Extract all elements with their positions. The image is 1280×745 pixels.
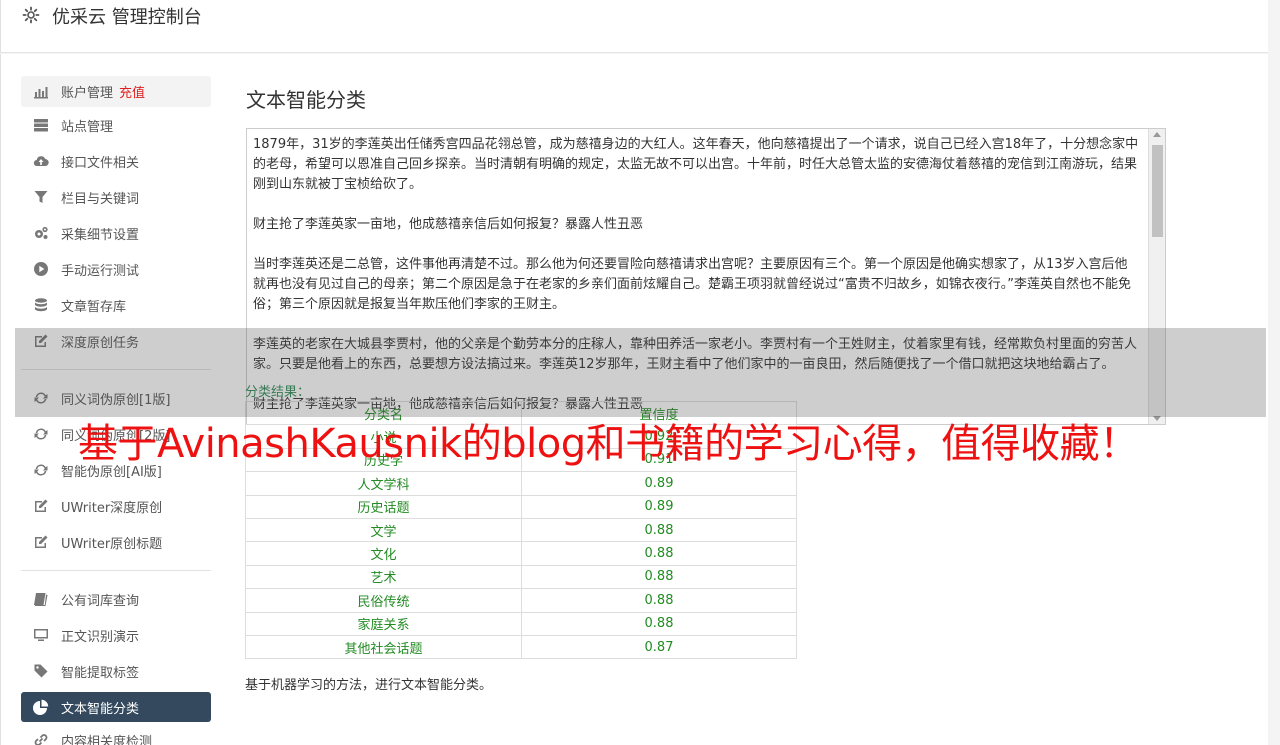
textarea-paragraph: 当时李莲英还是二总管，这件事他再清楚不过。那么他为何还要冒险向慈禧请求出宫呢？主… <box>253 257 1131 312</box>
category-cell: 历史话题 <box>245 494 522 519</box>
sidebar-item-label: 正文识别演示 <box>61 629 140 645</box>
scroll-up-arrow-icon[interactable] <box>1153 132 1161 137</box>
table-row: 文化 0.88 <box>245 541 797 566</box>
sidebar-item-g1-6[interactable]: 文章暂存库 <box>21 287 211 323</box>
sidebar-item-g3-4[interactable]: 内容相关度检测 <box>21 722 211 745</box>
sidebar-item-label: 站点管理 <box>61 119 114 135</box>
link-icon <box>33 732 49 745</box>
cloud-upload-icon <box>33 153 49 169</box>
database-icon <box>33 297 49 313</box>
sidebar-item-g1-3[interactable]: 栏目与关键词 <box>21 179 211 215</box>
sidebar-item-label: 接口文件相关 <box>61 155 140 171</box>
sidebar-item-g3-1[interactable]: 正文识别演示 <box>21 617 211 653</box>
sidebar-item-label: 智能提取标签 <box>61 665 140 681</box>
table-row: 家庭关系 0.88 <box>245 611 797 636</box>
confidence-cell: 0.88 <box>521 611 797 636</box>
category-cell: 家庭关系 <box>245 611 522 636</box>
category-cell: 其他社会话题 <box>245 634 522 660</box>
refresh-icon <box>33 462 49 478</box>
table-row: 文学 0.88 <box>245 517 797 543</box>
category-cell: 文化 <box>245 541 522 566</box>
tag-icon <box>33 663 49 679</box>
nav-divider <box>21 570 211 571</box>
refresh-icon <box>33 426 49 442</box>
category-cell: 文学 <box>245 517 522 543</box>
sidebar-item-g1-1[interactable]: 站点管理 <box>21 107 211 143</box>
play-circle-icon <box>33 261 49 277</box>
table-row: 历史话题 0.89 <box>245 494 797 519</box>
watermark-text: 基于AvinashKausnik的blog和书籍的学习心得，值得收藏！ <box>78 421 1139 467</box>
desktop-icon <box>33 627 49 643</box>
category-cell: 民俗传统 <box>245 588 522 613</box>
confidence-cell: 0.89 <box>521 471 797 496</box>
textarea-paragraph: 财主抢了李莲英家一亩地，他成慈禧亲信后如何报复？暴露人性丑恶 <box>253 217 644 232</box>
edit-icon <box>33 534 49 550</box>
confidence-cell: 0.88 <box>521 517 797 543</box>
sidebar-item-label: 手动运行测试 <box>61 263 140 279</box>
header: 优采云 管理控制台 <box>0 0 1268 53</box>
filter-icon <box>33 189 49 205</box>
bar-chart-icon <box>33 84 49 100</box>
page-title: 优采云 管理控制台 <box>52 7 202 28</box>
sidebar-item-label: 文本智能分类 <box>61 701 140 717</box>
edit-icon <box>33 498 49 514</box>
pie-chart-icon <box>33 699 49 715</box>
category-cell: 艺术 <box>245 564 522 590</box>
table-row: 民俗传统 0.88 <box>245 588 797 613</box>
table-row: 人文学科 0.89 <box>245 471 797 496</box>
gears-icon <box>33 225 49 241</box>
sidebar-item-label: 公有词库查询 <box>61 593 140 609</box>
table-row: 艺术 0.88 <box>245 564 797 590</box>
sidebar-item-g1-4[interactable]: 采集细节设置 <box>21 215 211 251</box>
confidence-cell: 0.88 <box>521 564 797 590</box>
textarea-paragraph: 1879年，31岁的李莲英出任储秀宫四品花翎总管，成为慈禧身边的大红人。这年春天… <box>253 137 1139 192</box>
recharge-link[interactable]: 充值 <box>119 82 145 101</box>
category-cell: 人文学科 <box>245 471 522 496</box>
confidence-cell: 0.88 <box>521 541 797 566</box>
sidebar-item-g1-0[interactable]: 账户管理 充值 <box>21 76 211 107</box>
sidebar-item-g1-2[interactable]: 接口文件相关 <box>21 143 211 179</box>
sidebar-item-g3-2[interactable]: 智能提取标签 <box>21 653 211 689</box>
sidebar-item-label: 内容相关度检测 <box>61 734 153 745</box>
server-icon <box>33 117 49 133</box>
sidebar-item-g3-0[interactable]: 公有词库查询 <box>21 581 211 617</box>
scroll-thumb[interactable] <box>1152 145 1163 237</box>
sidebar-item-g3-3[interactable]: 文本智能分类 <box>21 692 211 722</box>
section-title: 文本智能分类 <box>246 88 366 112</box>
book-icon <box>33 591 49 607</box>
overlay-band <box>15 328 1266 417</box>
footer-note: 基于机器学习的方法，进行文本智能分类。 <box>245 678 493 693</box>
sidebar-item-label: 采集细节设置 <box>61 227 140 243</box>
sidebar-item-g2-4[interactable]: UWriter原创标题 <box>21 524 211 560</box>
sidebar-item-label: UWriter原创标题 <box>61 536 163 552</box>
gear-icon <box>21 5 41 25</box>
sidebar-item-label: 账户管理 <box>61 86 114 101</box>
sidebar-item-g2-3[interactable]: UWriter深度原创 <box>21 488 211 524</box>
confidence-cell: 0.88 <box>521 588 797 613</box>
table-row: 其他社会话题 0.87 <box>245 634 797 660</box>
sidebar-item-g1-5[interactable]: 手动运行测试 <box>21 251 211 287</box>
sidebar-item-label: 文章暂存库 <box>61 299 127 315</box>
confidence-cell: 0.89 <box>521 494 797 519</box>
sidebar-item-label: 栏目与关键词 <box>61 191 140 207</box>
confidence-cell: 0.87 <box>521 634 797 660</box>
sidebar-item-label: UWriter深度原创 <box>61 500 163 516</box>
